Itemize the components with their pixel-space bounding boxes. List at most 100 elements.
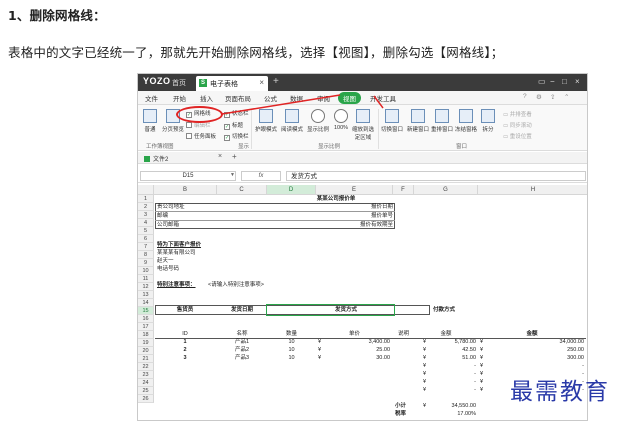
row-header-17[interactable]: 17: [138, 323, 154, 331]
salesperson-header: 售货员: [176, 307, 194, 313]
empty-amount: -: [474, 363, 476, 369]
fx-button[interactable]: fx: [241, 171, 281, 181]
column-header-g[interactable]: G: [414, 185, 478, 195]
item-qty: 10: [288, 347, 295, 353]
row-header-26[interactable]: 26: [138, 395, 154, 403]
item-header-desc: 说明: [397, 331, 409, 337]
item-price: 25.00: [376, 347, 390, 353]
instruction-paragraph: 表格中的文字已经统一了，那就先开始删除网格线，选择【视图】，删除勾选【网格线】；: [8, 45, 504, 60]
subtotal-value: 34,550.00: [451, 403, 476, 409]
row-header-20[interactable]: 20: [138, 347, 154, 355]
workbook-tab[interactable]: 文件2: [141, 153, 171, 164]
formula-input[interactable]: 发货方式: [286, 171, 586, 181]
spreadsheet-icon: [144, 156, 150, 162]
item-header-total: 金额: [526, 331, 538, 337]
quote-date: 报价日期: [370, 204, 393, 210]
group-window: 窗口: [456, 144, 468, 150]
switch-bar-check-icon: ✓: [224, 135, 230, 141]
row-header-19[interactable]: 19: [138, 339, 154, 347]
subtotal-label: 小计: [395, 403, 407, 409]
item-id: 2: [183, 347, 187, 353]
row-header-14[interactable]: 14: [138, 299, 154, 307]
empty-amount: -: [474, 379, 476, 385]
item-amount: 51.00: [462, 355, 476, 361]
select-all-corner[interactable]: [138, 185, 154, 195]
section-heading: 1、删除网格线：: [8, 8, 106, 23]
row-header-5[interactable]: 5: [138, 227, 154, 235]
new-sheet-icon[interactable]: +: [232, 152, 237, 161]
selected-cell-d15[interactable]: [266, 304, 395, 316]
row-header-16[interactable]: 16: [138, 315, 154, 323]
column-header-d[interactable]: D: [267, 185, 316, 195]
customer-phone: 电话号码: [157, 266, 180, 272]
row-header-3[interactable]: 3: [138, 211, 154, 219]
row-header-1[interactable]: 1: [138, 195, 154, 203]
item-header-name: 名称: [236, 331, 248, 337]
empty-total-currency: ¥: [480, 363, 484, 369]
switch-bar-label: 切换栏: [232, 134, 249, 140]
item-price-currency: ¥: [318, 347, 322, 353]
chevron-down-icon[interactable]: ▼: [230, 172, 235, 178]
item-total-currency: ¥: [480, 339, 484, 345]
item-total: 250.00: [567, 347, 584, 353]
column-header-f[interactable]: F: [393, 185, 414, 195]
row-header-9[interactable]: 9: [138, 259, 154, 267]
annotation-arrow: [221, 94, 384, 115]
item-qty: 10: [288, 355, 295, 361]
row-header-25[interactable]: 25: [138, 387, 154, 395]
column-header-e[interactable]: E: [316, 185, 393, 195]
company-address: 贵公司地址: [157, 204, 185, 210]
row-header-21[interactable]: 21: [138, 355, 154, 363]
watermark-logo: 最需教育: [510, 379, 610, 405]
row-header-23[interactable]: 23: [138, 371, 154, 379]
row-header-12[interactable]: 12: [138, 283, 154, 291]
name-box[interactable]: D15: [140, 171, 236, 181]
group-zoom: 显示比例: [318, 144, 341, 150]
tax-label: 税率: [395, 411, 407, 417]
row-header-7[interactable]: 7: [138, 243, 154, 251]
row-header-11[interactable]: 11: [138, 275, 154, 283]
task-pane-label: 任务面板: [194, 134, 217, 140]
item-total-currency: ¥: [480, 355, 484, 361]
column-header-h[interactable]: H: [478, 185, 587, 195]
item-header-id: ID: [182, 331, 188, 337]
close-icon[interactable]: ×: [218, 153, 222, 160]
formula-bar: D15 ▼ fx 发货方式: [138, 169, 587, 183]
payment-method-header: 付款方式: [432, 307, 455, 313]
row-header-22[interactable]: 22: [138, 363, 154, 371]
item-total-currency: ¥: [480, 347, 484, 353]
empty-amount: -: [474, 387, 476, 393]
row-header-2[interactable]: 2: [138, 203, 154, 211]
company-email: 公司邮箱: [157, 222, 180, 228]
item-price-currency: ¥: [318, 355, 322, 361]
empty-total: -: [582, 363, 584, 369]
row-header-10[interactable]: 10: [138, 267, 154, 275]
row-header-4[interactable]: 4: [138, 219, 154, 227]
row-header-18[interactable]: 18: [138, 331, 154, 339]
sheet-title: 某某公司报价单: [316, 196, 356, 202]
item-price: 3,400.00: [368, 339, 390, 345]
workbook-tab-bar: 文件2 × +: [138, 152, 587, 164]
ship-date-header: 发货日期: [230, 307, 253, 313]
item-header-amount: 金额: [440, 331, 452, 337]
column-header-b[interactable]: B: [154, 185, 217, 195]
group-show: 显示: [238, 144, 250, 150]
empty-total-currency: ¥: [480, 371, 484, 377]
column-header-c[interactable]: C: [217, 185, 267, 195]
valid-until: 报价有效期至: [359, 222, 393, 228]
quote-number: 报价单号: [370, 213, 393, 219]
row-header-15[interactable]: 15: [138, 307, 154, 315]
row-header-8[interactable]: 8: [138, 251, 154, 259]
row-header-13[interactable]: 13: [138, 291, 154, 299]
item-name: 产品2: [234, 347, 250, 353]
spreadsheet-screenshot: YOZO 首页 S 电子表格 × + ▭ − □ × 文件 开始 插入 页面布局…: [137, 73, 588, 421]
tax-value: 17.00%: [457, 411, 476, 417]
row-header-24[interactable]: 24: [138, 379, 154, 387]
item-id: 3: [183, 355, 187, 361]
workbook-tab-label: 文件2: [153, 157, 169, 163]
item-price-currency: ¥: [318, 339, 322, 345]
item-header-price: 单价: [348, 331, 360, 337]
row-header-6[interactable]: 6: [138, 235, 154, 243]
item-total: 300.00: [567, 355, 584, 361]
customer-name: 赵天一: [157, 258, 174, 264]
